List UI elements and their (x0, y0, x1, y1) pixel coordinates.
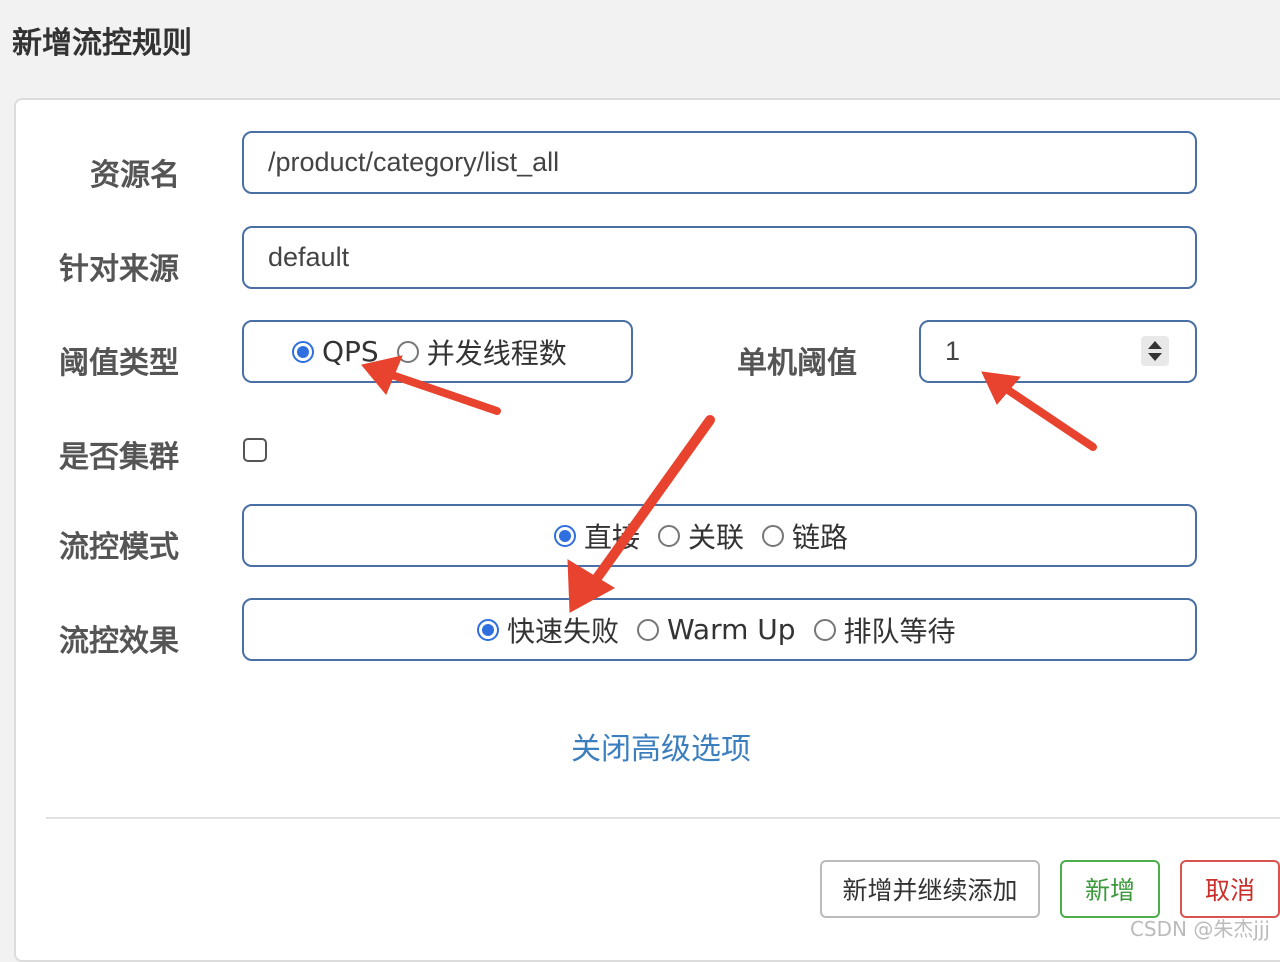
source-value: default (268, 242, 350, 272)
effect-warm-up-label: Warm Up (667, 613, 796, 646)
radio-unchecked-icon[interactable] (396, 340, 419, 363)
watermark: CSDN @朱杰jjj (1129, 917, 1270, 941)
threshold-type-label: 阈值类型 (59, 346, 179, 381)
stepper-up-icon[interactable] (1148, 341, 1162, 349)
radio-unchecked-icon[interactable] (813, 618, 836, 641)
effect-group: 快速失败 Warm Up 排队等待 (242, 598, 1197, 661)
number-stepper[interactable] (1141, 336, 1169, 366)
mode-direct-label: 直接 (584, 520, 641, 554)
mode-chain[interactable]: 链路 (762, 516, 848, 556)
source-input[interactable]: default (242, 226, 1197, 289)
threshold-type-group: QPS 并发线程数 (242, 320, 633, 383)
mode-related[interactable]: 关联 (658, 516, 744, 556)
dialog-title: 新增流控规则 (12, 26, 192, 61)
effect-queue[interactable]: 排队等待 (813, 610, 956, 650)
add-button[interactable]: 新增 (1060, 860, 1160, 918)
mode-related-label: 关联 (688, 520, 745, 554)
threshold-type-qps-label: QPS (322, 335, 379, 368)
threshold-type-qps[interactable]: QPS (292, 335, 379, 368)
resource-value: /product/category/list_all (268, 147, 560, 177)
effect-fail-fast[interactable]: 快速失败 (477, 610, 619, 650)
threshold-type-threads-label: 并发线程数 (426, 336, 567, 370)
single-threshold-label: 单机阈值 (737, 346, 857, 381)
stepper-down-icon[interactable] (1148, 353, 1162, 361)
resource-input[interactable]: /product/category/list_all (242, 131, 1197, 194)
cluster-label: 是否集群 (59, 440, 179, 475)
add-and-continue-button[interactable]: 新增并继续添加 (820, 860, 1040, 918)
mode-label: 流控模式 (59, 530, 179, 565)
resource-label: 资源名 (90, 158, 180, 193)
mode-group: 直接 关联 链路 (242, 504, 1197, 567)
threshold-type-threads[interactable]: 并发线程数 (396, 332, 567, 372)
effect-fail-fast-label: 快速失败 (507, 614, 620, 648)
source-label: 针对来源 (59, 252, 179, 287)
single-threshold-input[interactable]: 1 (919, 320, 1197, 383)
radio-checked-icon[interactable] (477, 618, 499, 641)
radio-unchecked-icon[interactable] (658, 524, 681, 547)
mode-chain-label: 链路 (792, 520, 849, 554)
close-advanced-options-link[interactable]: 关闭高级选项 (571, 724, 751, 768)
effect-warm-up[interactable]: Warm Up (637, 613, 796, 646)
effect-queue-label: 排队等待 (843, 614, 956, 648)
cluster-checkbox[interactable] (243, 438, 267, 462)
radio-unchecked-icon[interactable] (762, 524, 785, 547)
mode-direct[interactable]: 直接 (554, 516, 640, 556)
radio-checked-icon[interactable] (292, 340, 314, 363)
radio-unchecked-icon[interactable] (637, 618, 660, 641)
effect-label: 流控效果 (59, 624, 179, 659)
single-threshold-value: 1 (945, 336, 961, 366)
cancel-button[interactable]: 取消 (1180, 860, 1280, 918)
footer-divider (46, 817, 1280, 819)
radio-checked-icon[interactable] (554, 524, 576, 547)
